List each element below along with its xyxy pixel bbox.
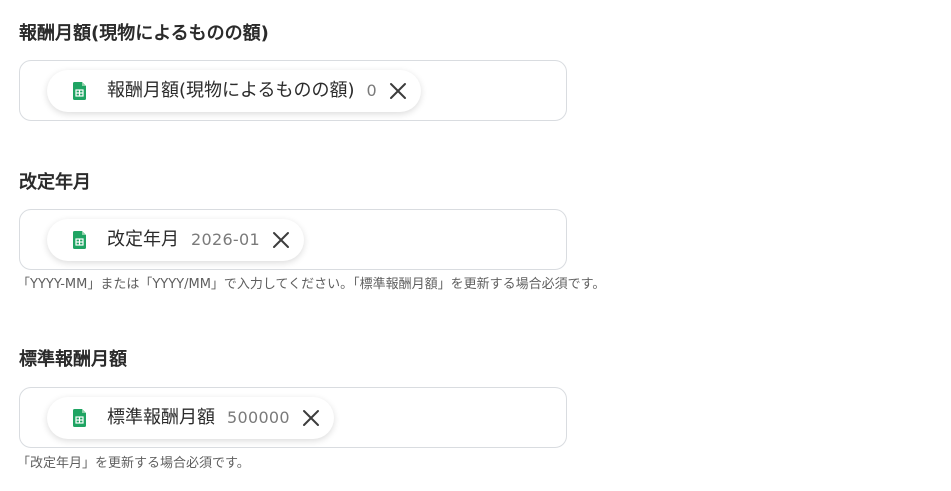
chip-name: 改定年月 — [107, 229, 179, 250]
close-icon[interactable] — [387, 80, 409, 102]
close-icon[interactable] — [300, 407, 322, 429]
variable-chip[interactable]: 標準報酬月額 500000 — [47, 397, 334, 439]
field-label: 改定年月 — [19, 172, 91, 193]
help-text: 「YYYY-MM」または「YYYY/MM」で入力してください。「標準報酬月額」を… — [17, 277, 606, 292]
token-input[interactable]: 改定年月 2026-01 — [19, 209, 567, 270]
close-icon[interactable] — [270, 229, 292, 251]
token-input[interactable]: 標準報酬月額 500000 — [19, 387, 567, 448]
chip-value: 2026-01 — [191, 230, 260, 249]
google-sheets-icon — [73, 231, 86, 249]
google-sheets-icon — [73, 409, 86, 427]
google-sheets-icon — [73, 82, 86, 100]
variable-chip[interactable]: 改定年月 2026-01 — [47, 219, 304, 261]
variable-chip[interactable]: 報酬月額(現物によるものの額) 0 — [47, 70, 421, 112]
token-input[interactable]: 報酬月額(現物によるものの額) 0 — [19, 60, 567, 121]
chip-value: 0 — [366, 81, 377, 100]
field-label: 報酬月額(現物によるものの額) — [19, 23, 269, 44]
chip-name: 報酬月額(現物によるものの額) — [107, 80, 355, 101]
field-label: 標準報酬月額 — [19, 349, 127, 370]
help-text: 「改定年月」を更新する場合必須です。 — [17, 456, 250, 471]
chip-value: 500000 — [227, 408, 290, 427]
chip-name: 標準報酬月額 — [107, 407, 215, 428]
